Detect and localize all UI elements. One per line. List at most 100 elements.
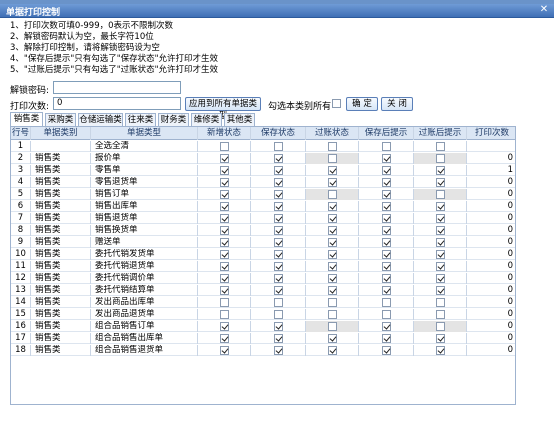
post-prompt-checkbox[interactable] (435, 286, 445, 295)
post-prompt-checkbox[interactable] (435, 190, 445, 199)
save-prompt-checkbox[interactable] (381, 190, 391, 199)
new-state-checkbox[interactable] (219, 202, 229, 211)
post-state-checkbox[interactable] (327, 310, 337, 319)
password-input[interactable] (53, 81, 181, 94)
save-prompt-checkbox[interactable] (381, 310, 391, 319)
save-prompt-checkbox[interactable] (381, 334, 391, 343)
post-state-checkbox[interactable] (327, 166, 337, 175)
post-state-checkbox[interactable] (327, 154, 337, 163)
save-state-checkbox[interactable] (273, 238, 283, 247)
post-prompt-checkbox[interactable] (435, 310, 445, 319)
table-row[interactable]: 11 销售类 委托代销退货单 0 (11, 261, 515, 272)
save-state-checkbox[interactable] (273, 322, 283, 331)
post-state-checkbox[interactable] (327, 250, 337, 259)
new-state-checkbox[interactable] (219, 226, 229, 235)
save-prompt-checkbox[interactable] (381, 250, 391, 259)
post-prompt-checkbox[interactable] (435, 214, 445, 223)
tab-finance[interactable]: 财务类 (158, 113, 189, 126)
save-state-checkbox[interactable] (273, 298, 283, 307)
post-state-checkbox[interactable] (327, 178, 337, 187)
save-prompt-checkbox[interactable] (381, 238, 391, 247)
post-state-checkbox[interactable] (327, 262, 337, 271)
post-state-checkbox[interactable] (327, 190, 337, 199)
save-state-checkbox[interactable] (273, 154, 283, 163)
post-prompt-checkbox[interactable] (435, 262, 445, 271)
table-row[interactable]: 4 销售类 零售退货单 0 (11, 177, 515, 188)
post-prompt-checkbox[interactable] (435, 250, 445, 259)
new-state-checkbox[interactable] (219, 346, 229, 355)
save-state-checkbox[interactable] (273, 346, 283, 355)
check-all-checkbox[interactable] (332, 99, 341, 108)
tab-purchase[interactable]: 采购类 (45, 113, 76, 126)
save-prompt-checkbox[interactable] (381, 202, 391, 211)
save-prompt-checkbox[interactable] (381, 286, 391, 295)
table-row[interactable]: 13 销售类 委托代销结算单 0 (11, 285, 515, 296)
table-row[interactable]: 18 销售类 组合品销售退货单 0 (11, 345, 515, 356)
post-prompt-checkbox[interactable] (435, 166, 445, 175)
new-state-checkbox[interactable] (219, 322, 229, 331)
post-prompt-checkbox[interactable] (435, 178, 445, 187)
post-state-checkbox[interactable] (327, 226, 337, 235)
table-row[interactable]: 16 销售类 组合品销售订单 0 (11, 321, 515, 332)
post-prompt-checkbox[interactable] (435, 154, 445, 163)
save-prompt-checkbox[interactable] (381, 142, 391, 151)
table-row[interactable]: 8 销售类 销售换货单 0 (11, 225, 515, 236)
save-state-checkbox[interactable] (273, 274, 283, 283)
new-state-checkbox[interactable] (219, 214, 229, 223)
post-prompt-checkbox[interactable] (435, 274, 445, 283)
tab-other[interactable]: 其他类 (224, 113, 255, 126)
post-prompt-checkbox[interactable] (435, 238, 445, 247)
save-prompt-checkbox[interactable] (381, 214, 391, 223)
tab-accounts[interactable]: 往来类 (125, 113, 156, 126)
post-prompt-checkbox[interactable] (435, 334, 445, 343)
table-row[interactable]: 14 销售类 发出商品出库单 0 (11, 297, 515, 308)
new-state-checkbox[interactable] (219, 298, 229, 307)
post-state-checkbox[interactable] (327, 334, 337, 343)
close-icon[interactable]: ✕ (538, 4, 550, 15)
tab-repair[interactable]: 维修类 (191, 113, 222, 126)
post-prompt-checkbox[interactable] (435, 202, 445, 211)
title-bar[interactable]: 单据打印控制 ✕ (0, 4, 554, 18)
save-prompt-checkbox[interactable] (381, 322, 391, 331)
apply-all-button[interactable]: 应用到所有单据类型 (185, 97, 261, 121)
tab-warehouse[interactable]: 仓储运输类 (78, 113, 123, 126)
confirm-button[interactable]: 确 定 (346, 97, 378, 111)
save-state-checkbox[interactable] (273, 178, 283, 187)
table-row[interactable]: 10 销售类 委托代销发货单 0 (11, 249, 515, 260)
tab-sales[interactable]: 销售类 (10, 112, 43, 126)
new-state-checkbox[interactable] (219, 334, 229, 343)
new-state-checkbox[interactable] (219, 286, 229, 295)
post-state-checkbox[interactable] (327, 346, 337, 355)
save-prompt-checkbox[interactable] (381, 346, 391, 355)
new-state-checkbox[interactable] (219, 166, 229, 175)
table-row[interactable]: 9 销售类 赠送单 0 (11, 237, 515, 248)
table-row[interactable]: 6 销售类 销售出库单 0 (11, 201, 515, 212)
save-prompt-checkbox[interactable] (381, 262, 391, 271)
post-state-checkbox[interactable] (327, 214, 337, 223)
post-state-checkbox[interactable] (327, 202, 337, 211)
save-state-checkbox[interactable] (273, 286, 283, 295)
save-state-checkbox[interactable] (273, 334, 283, 343)
save-state-checkbox[interactable] (273, 142, 283, 151)
new-state-checkbox[interactable] (219, 190, 229, 199)
print-count-input[interactable]: 0 (53, 97, 181, 110)
new-state-checkbox[interactable] (219, 238, 229, 247)
table-row[interactable]: 12 销售类 委托代销调价单 0 (11, 273, 515, 284)
post-prompt-checkbox[interactable] (435, 226, 445, 235)
save-prompt-checkbox[interactable] (381, 166, 391, 175)
post-prompt-checkbox[interactable] (435, 346, 445, 355)
new-state-checkbox[interactable] (219, 274, 229, 283)
table-row[interactable]: 2 销售类 报价单 0 (11, 153, 515, 164)
new-state-checkbox[interactable] (219, 142, 229, 151)
table-row[interactable]: 7 销售类 销售退货单 0 (11, 213, 515, 224)
save-prompt-checkbox[interactable] (381, 274, 391, 283)
new-state-checkbox[interactable] (219, 178, 229, 187)
table-row[interactable]: 15 销售类 发出商品退货单 0 (11, 309, 515, 320)
post-state-checkbox[interactable] (327, 286, 337, 295)
post-prompt-checkbox[interactable] (435, 142, 445, 151)
save-prompt-checkbox[interactable] (381, 178, 391, 187)
new-state-checkbox[interactable] (219, 310, 229, 319)
save-prompt-checkbox[interactable] (381, 298, 391, 307)
save-state-checkbox[interactable] (273, 250, 283, 259)
post-state-checkbox[interactable] (327, 238, 337, 247)
